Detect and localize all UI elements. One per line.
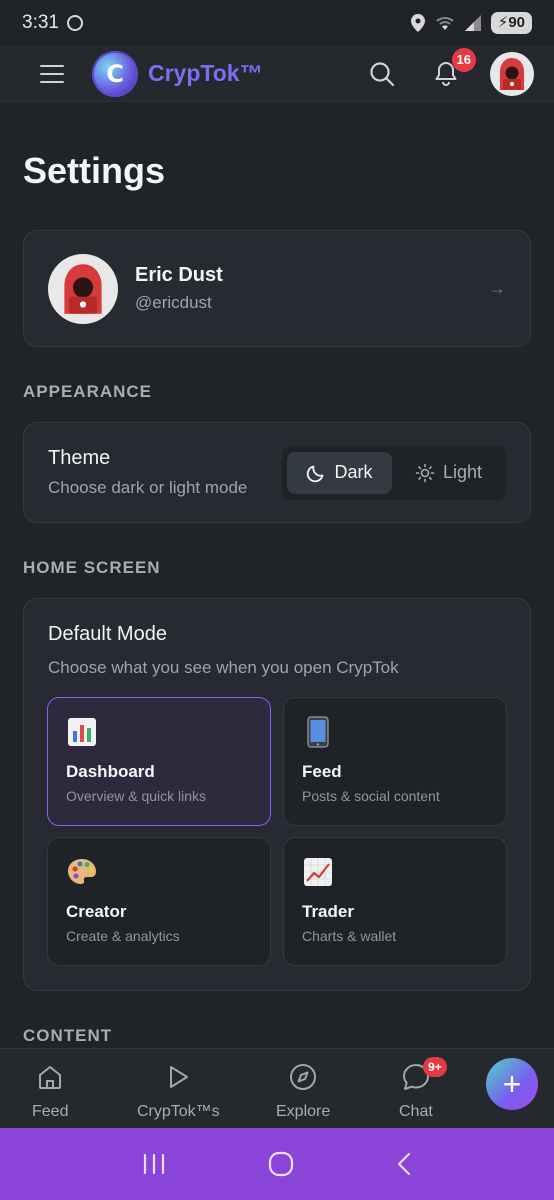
- search-button[interactable]: [360, 52, 404, 96]
- theme-option-light-label: Light: [442, 462, 483, 482]
- moon-icon: [307, 465, 324, 482]
- mode-tile-subtitle: Posts & social content: [302, 788, 440, 804]
- bottom-navigation: Feed CrypTok™s Explore 9+ Chat: [0, 1048, 554, 1128]
- chat-bubble-icon: 9+: [401, 1057, 447, 1093]
- nav-item-feed[interactable]: Feed: [32, 1061, 68, 1121]
- status-app-icon: [66, 15, 83, 31]
- hooded-hacker-avatar-icon: [500, 57, 524, 90]
- nav-label: CrypTok™s: [137, 1103, 220, 1120]
- back-icon[interactable]: [395, 1151, 413, 1177]
- mode-tile-title: Trader: [302, 902, 354, 921]
- theme-description: Choose dark or light mode: [48, 478, 248, 497]
- chat-badge: 9+: [422, 1057, 447, 1077]
- mode-tile-creator[interactable]: Creator Create & analytics: [47, 837, 271, 966]
- home-button-icon[interactable]: [268, 1151, 294, 1177]
- nav-item-explore[interactable]: Explore: [276, 1061, 330, 1121]
- mode-tiles: Dashboard Overview & quick links Feed Po…: [47, 697, 507, 966]
- status-time: 3:31: [22, 12, 59, 33]
- section-label-content: CONTENT: [23, 1026, 113, 1045]
- hooded-hacker-avatar-icon: [64, 263, 102, 314]
- create-fab-button[interactable]: +: [486, 1058, 538, 1110]
- top-app-bar: C CrypTok™ 16: [0, 46, 554, 102]
- page-title: Settings: [23, 150, 166, 191]
- menu-icon[interactable]: [40, 64, 64, 83]
- section-label-home-screen: HOME SCREEN: [23, 558, 161, 577]
- nav-label: Chat: [399, 1103, 433, 1120]
- profile-info: Eric Dust @ericdust: [135, 264, 223, 313]
- theme-option-dark[interactable]: Dark: [287, 451, 392, 494]
- default-mode-title: Default Mode: [48, 623, 167, 645]
- nav-item-cryptoks[interactable]: CrypTok™s: [137, 1061, 220, 1121]
- nav-label: Feed: [32, 1103, 69, 1120]
- mobile-phone-icon: [302, 716, 334, 748]
- mode-tile-trader[interactable]: Trader Charts & wallet: [283, 837, 507, 966]
- compass-icon: [288, 1061, 318, 1093]
- recent-apps-icon[interactable]: [141, 1152, 167, 1176]
- battery-level: 90: [508, 14, 525, 31]
- theme-card: Theme Choose dark or light mode Dark Lig…: [23, 422, 531, 523]
- location-icon: [410, 14, 425, 32]
- mode-tile-subtitle: Charts & wallet: [302, 928, 397, 944]
- home-icon: [36, 1061, 64, 1093]
- trending-up-chart-icon: [302, 856, 334, 888]
- arrow-right-icon: →: [488, 278, 506, 298]
- settings-content[interactable]: Settings Eric Dust @ericdust → APPEARANC…: [0, 102, 554, 1048]
- theme-text: Theme Choose dark or light mode: [48, 447, 247, 498]
- mode-tile-dashboard[interactable]: Dashboard Overview & quick links: [47, 697, 271, 826]
- nav-label: Explore: [276, 1103, 331, 1120]
- battery-indicator: ⚡90: [490, 12, 532, 34]
- profile-avatar: [48, 253, 118, 324]
- theme-option-dark-label: Dark: [334, 462, 373, 482]
- brand-name[interactable]: CrypTok™: [148, 60, 263, 87]
- play-icon: [164, 1061, 192, 1093]
- nav-item-chat[interactable]: 9+ Chat: [399, 1057, 447, 1121]
- sun-icon: [415, 463, 435, 482]
- profile-card[interactable]: Eric Dust @ericdust →: [23, 230, 531, 347]
- mode-tile-title: Creator: [66, 902, 127, 921]
- theme-toggle: Dark Light: [282, 445, 506, 500]
- notification-badge: 16: [451, 47, 476, 72]
- profile-handle: @ericdust: [135, 293, 212, 312]
- mode-tile-subtitle: Create & analytics: [66, 928, 180, 944]
- default-mode-description: Choose what you see when you open CrypTo…: [48, 658, 399, 677]
- bar-chart-icon: [66, 716, 98, 748]
- avatar[interactable]: [490, 51, 534, 96]
- status-bar: 3:31 ⚡90: [0, 0, 554, 46]
- logo-letter: C: [106, 59, 124, 88]
- status-icons: ⚡90: [410, 12, 532, 34]
- signal-icon: [464, 15, 481, 31]
- theme-option-light[interactable]: Light: [396, 452, 501, 494]
- search-icon: [370, 61, 395, 86]
- section-label-appearance: APPEARANCE: [23, 382, 153, 401]
- theme-title: Theme: [48, 447, 111, 469]
- mode-tile-feed[interactable]: Feed Posts & social content: [283, 697, 507, 826]
- wifi-icon: [436, 17, 454, 30]
- plus-icon: +: [502, 1065, 522, 1102]
- mode-tile-title: Dashboard: [66, 762, 155, 781]
- profile-name: Eric Dust: [135, 264, 223, 286]
- mode-tile-subtitle: Overview & quick links: [66, 788, 207, 804]
- palette-icon: [66, 856, 98, 888]
- brand-logo[interactable]: C: [92, 50, 138, 97]
- system-navigation-bar: [0, 1128, 554, 1200]
- mode-tile-title: Feed: [302, 762, 342, 781]
- default-mode-card: Default Mode Choose what you see when yo…: [23, 598, 531, 991]
- notifications-button[interactable]: 16: [424, 47, 476, 96]
